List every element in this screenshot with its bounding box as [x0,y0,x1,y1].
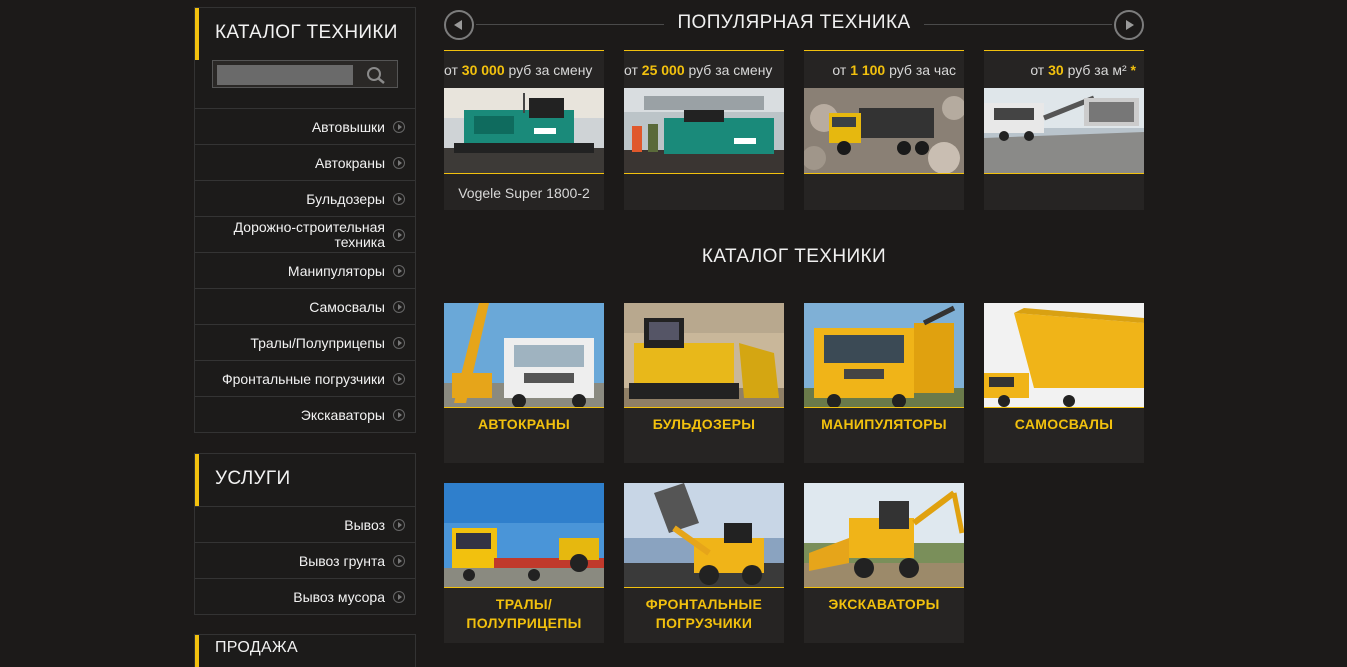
price-amount: 30 000 [461,62,505,78]
catalog-card-frontalnye[interactable]: ФРОНТАЛЬНЫЕ ПОГРУЗЧИКИ [624,483,784,643]
catalog-card-label: САМОСВАЛЫ [1014,416,1114,432]
price-amount: 30 [1048,62,1064,78]
sidebar-item-label: Манипуляторы [287,262,385,279]
sidebar-item-label: Фронтальные погрузчики [221,370,385,387]
arrow-right-icon [393,590,405,603]
catalog-panel-header: КАТАЛОГ ТЕХНИКИ [195,8,415,60]
sales-panel-title: ПРОДАЖА [215,639,298,656]
paver-crew-image [624,88,784,174]
arrow-right-icon [393,518,405,531]
dump-truck-quarry-image [804,88,964,174]
services-panel-header: УСЛУГИ [195,454,415,506]
sidebar-item-vyvoz[interactable]: Вывоз [195,506,415,542]
sidebar-item-manipulyatory[interactable]: Манипуляторы [195,252,415,288]
sales-panel-header: ПРОДАЖА [195,635,415,667]
catalog-card-buldozery[interactable]: БУЛЬДОЗЕРЫ [624,303,784,463]
sidebar-item-label: Бульдозеры [306,190,385,207]
wheel-loader-image [624,483,784,588]
sidebar-item-label: Экскаваторы [300,406,385,423]
sidebar-item-label: Вывоз [344,516,385,533]
divider [476,24,664,25]
catalog-card-label: АВТОКРАНЫ [477,416,571,432]
sidebar-item-label: Вывоз грунта [298,552,385,569]
sidebar-item-avtokrany[interactable]: Автокраны [195,144,415,180]
sidebar-item-vyvoz-grunta[interactable]: Вывоз грунта [195,542,415,578]
arrow-left-icon [454,20,462,30]
equipment-name: Vogele Super 1800-2 [458,185,590,201]
catalog-card-traly[interactable]: ТРАЛЫ/ПОЛУПРИЦЕПЫ [444,483,604,643]
catalog-panel-title: КАТАЛОГ ТЕХНИКИ [215,22,398,43]
divider [924,24,1112,25]
paver-image [444,88,604,174]
catalog-card-ekskavatory[interactable]: ЭКСКАВАТОРЫ [804,483,964,643]
sidebar-item-label: Вывоз мусора [293,588,385,605]
price-label: от 1 100 руб за час [832,62,956,78]
sidebar-item-label: Дорожно-строительная техника [233,218,385,250]
sidebar-item-label: Самосвалы [309,298,385,315]
arrow-right-icon [393,156,405,169]
mobile-crane-image [444,303,604,408]
catalog-card-manipulyatory[interactable]: МАНИПУЛЯТОРЫ [804,303,964,463]
bulldozer-image [624,303,784,408]
arrow-right-icon [393,192,405,205]
price-amount: 25 000 [641,62,685,78]
price-label: от 30 руб за м² * [1030,62,1136,78]
catalog-card-label: ФРОНТАЛЬНЫЕ ПОГРУЗЧИКИ [645,596,763,631]
search-box [212,60,398,88]
sidebar-item-traly[interactable]: Тралы/Полуприцепы [195,324,415,360]
popular-card[interactable]: от 30 000 руб за смену Vogele Super 1800… [444,50,604,210]
catalog-card-label: БУЛЬДОЗЕРЫ [652,416,756,432]
popular-card[interactable]: от 30 руб за м² * [984,50,1144,210]
search-button[interactable] [361,64,391,86]
arrow-right-icon [1126,20,1134,30]
arrow-right-icon [393,120,405,133]
price-amount: 1 100 [850,62,886,78]
arrow-right-icon [393,554,405,567]
carousel-prev-button[interactable] [444,10,474,40]
sidebar-item-buldozery[interactable]: Бульдозеры [195,180,415,216]
catalog-card-samosvaly[interactable]: САМОСВАЛЫ [984,303,1144,463]
services-panel-title: УСЛУГИ [215,468,291,489]
arrow-right-icon [393,408,405,421]
road-milling-image [984,88,1144,174]
sidebar-item-vyvoz-musora[interactable]: Вывоз мусора [195,578,415,614]
arrow-right-icon [393,228,405,241]
sidebar-item-frontalnye[interactable]: Фронтальные погрузчики [195,360,415,396]
catalog-section-title: КАТАЛОГ ТЕХНИКИ [701,246,887,267]
sidebar-item-avtovyshki[interactable]: Автовышки [195,108,415,144]
arrow-right-icon [393,264,405,277]
price-label: от 30 000 руб за смену [444,62,593,78]
trailer-truck-image [444,483,604,588]
price-footnote-star: * [1130,62,1136,78]
price-label: от 25 000 руб за смену [624,62,773,78]
popular-card[interactable]: от 1 100 руб за час [804,50,964,210]
arrow-right-icon [393,336,405,349]
sidebar-item-label: Автовышки [311,118,385,135]
popular-card[interactable]: от 25 000 руб за смену [624,50,784,210]
services-menu: Вывоз Вывоз грунта Вывоз мусора [195,506,415,614]
sidebar-item-ekskavatory[interactable]: Экскаваторы [195,396,415,432]
catalog-card-avtokrany[interactable]: АВТОКРАНЫ [444,303,604,463]
sales-panel: ПРОДАЖА [194,634,416,667]
arrow-right-icon [393,300,405,313]
dump-truck-image [984,303,1144,408]
carousel-next-button[interactable] [1114,10,1144,40]
popular-title: ПОПУЛЯРНАЯ ТЕХНИКА [677,12,911,33]
catalog-card-label: ЭКСКАВАТОРЫ [828,596,940,612]
backhoe-loader-image [804,483,964,588]
catalog-card-label: МАНИПУЛЯТОРЫ [821,416,947,432]
catalog-card-label: ТРАЛЫ/ПОЛУПРИЦЕПЫ [466,596,582,631]
manipulator-truck-image [804,303,964,408]
search-icon [367,67,385,84]
search-input[interactable] [217,65,353,85]
arrow-right-icon [393,372,405,385]
sidebar-item-road-construction[interactable]: Дорожно-строительная техника [195,216,415,252]
catalog-menu: Автовышки Автокраны Бульдозеры Дорожно-с… [195,108,415,432]
sidebar-item-label: Тралы/Полуприцепы [250,334,385,351]
sidebar-item-samosvaly[interactable]: Самосвалы [195,288,415,324]
sidebar-item-label: Автокраны [315,154,385,171]
